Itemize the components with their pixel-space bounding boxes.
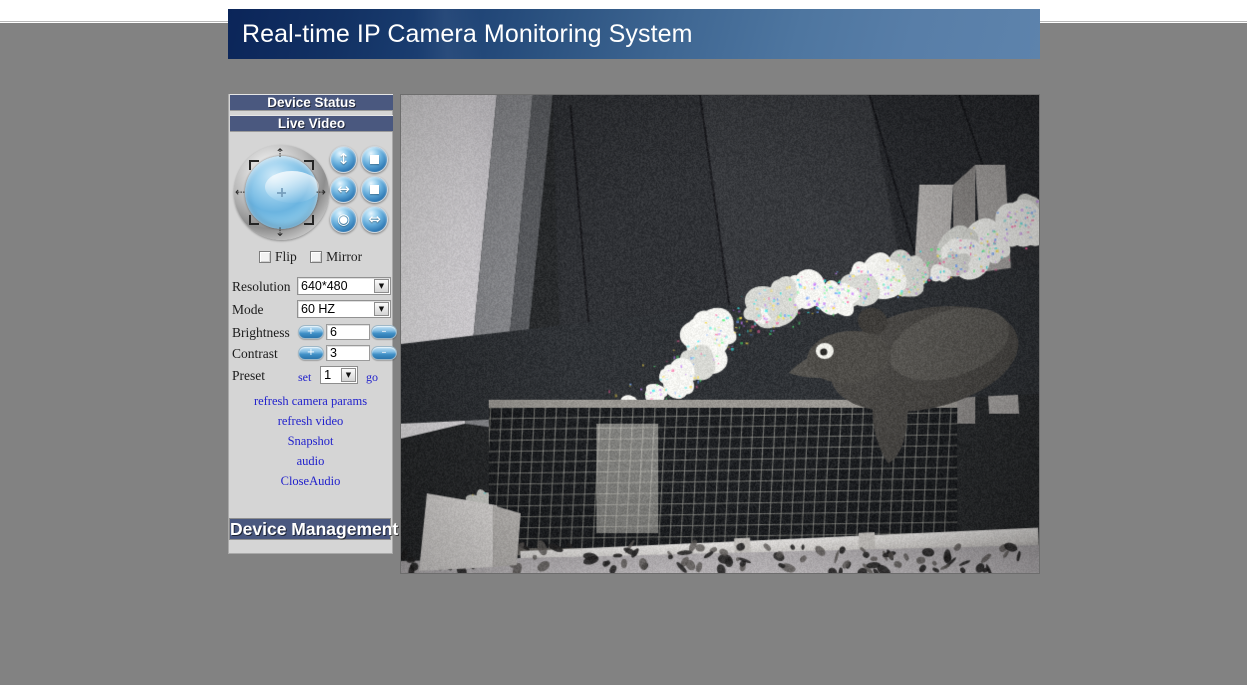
close-audio-link[interactable]: CloseAudio bbox=[229, 471, 392, 491]
refresh-camera-params-link[interactable]: refresh camera params bbox=[229, 391, 392, 411]
eye-icon: ◉ bbox=[336, 210, 351, 228]
snapshot-link[interactable]: Snapshot bbox=[229, 431, 392, 451]
mode-select[interactable]: 60 HZ ▼ bbox=[297, 300, 391, 318]
chevron-down-icon[interactable]: ▼ bbox=[374, 279, 389, 293]
preset-set-link[interactable]: set bbox=[298, 370, 311, 385]
arrow-left-icon[interactable]: ⇠ bbox=[235, 186, 245, 198]
flip-label: Flip bbox=[275, 249, 297, 264]
checkbox-box-icon[interactable] bbox=[259, 251, 271, 263]
resolution-label: Resolution bbox=[232, 279, 291, 294]
flip-checkbox[interactable]: Flip bbox=[259, 249, 297, 265]
minus-icon: – bbox=[381, 326, 387, 337]
contrast-row: Contrast + 3 – bbox=[232, 344, 397, 365]
preset-label: Preset bbox=[232, 368, 265, 383]
mode-value: 60 HZ bbox=[301, 302, 336, 316]
plus-icon: + bbox=[306, 326, 316, 337]
sidebar-item-device-management[interactable]: Device Management bbox=[229, 518, 398, 540]
updown-arrow-icon: ↕ bbox=[337, 150, 350, 168]
contrast-label: Contrast bbox=[232, 346, 278, 361]
mirror-checkbox[interactable]: Mirror bbox=[310, 249, 362, 265]
preset-row: Preset set 1 ▼ go bbox=[232, 366, 392, 387]
sidebar-item-live-video[interactable]: Live Video bbox=[230, 115, 393, 132]
center-home-button[interactable]: ⇔ bbox=[361, 206, 388, 233]
brightness-increase-button[interactable]: + bbox=[298, 325, 324, 339]
checkbox-box-icon[interactable] bbox=[310, 251, 323, 263]
pan-tilt-joystick[interactable]: ⇡ ⇣ ⇠ ⇢ bbox=[234, 145, 329, 240]
brightness-input[interactable]: 6 bbox=[326, 324, 370, 340]
stop-square-icon bbox=[362, 177, 387, 202]
mode-row: Mode 60 HZ ▼ bbox=[232, 300, 392, 321]
brightness-row: Brightness + 6 – bbox=[232, 323, 397, 344]
flip-mirror-row: Flip Mirror bbox=[259, 249, 394, 267]
preset-go-link[interactable]: go bbox=[366, 370, 378, 385]
sidebar-item-device-status[interactable]: Device Status bbox=[230, 94, 393, 111]
ir-led-button[interactable]: ◉ bbox=[330, 206, 357, 233]
action-link-list: refresh camera params refresh video Snap… bbox=[229, 391, 392, 491]
center-arrows-icon: ⇔ bbox=[368, 210, 381, 228]
mirror-label: Mirror bbox=[326, 249, 363, 264]
camera-app-window: Real-time IP Camera Monitoring System De… bbox=[228, 9, 1040, 574]
contrast-input[interactable]: 3 bbox=[326, 345, 370, 361]
mode-label: Mode bbox=[232, 302, 264, 317]
stop-square-icon bbox=[362, 147, 387, 172]
audio-link[interactable]: audio bbox=[229, 451, 392, 471]
page-title: Real-time IP Camera Monitoring System bbox=[242, 20, 693, 48]
contrast-increase-button[interactable]: + bbox=[298, 346, 324, 360]
contrast-decrease-button[interactable]: – bbox=[371, 346, 397, 360]
chevron-down-icon[interactable]: ▼ bbox=[341, 368, 356, 382]
chevron-down-icon[interactable]: ▼ bbox=[374, 302, 389, 316]
stop-vertical-button[interactable] bbox=[361, 146, 388, 173]
leftright-arrow-icon: ↔ bbox=[337, 180, 350, 198]
content-area: Device Status Live Video ⇡ ⇣ ⇠ ⇢ ↕ ↔ ◉ ⇔… bbox=[228, 59, 1040, 574]
preset-select[interactable]: 1 ▼ bbox=[320, 366, 358, 384]
brightness-decrease-button[interactable]: – bbox=[371, 325, 397, 339]
plus-icon: + bbox=[306, 347, 316, 358]
video-frame bbox=[401, 95, 1039, 573]
live-video-stream[interactable] bbox=[400, 94, 1040, 574]
vertical-patrol-button[interactable]: ↕ bbox=[330, 146, 357, 173]
joystick-dome[interactable] bbox=[245, 156, 319, 229]
preset-value: 1 bbox=[324, 367, 332, 382]
resolution-select[interactable]: 640*480 ▼ bbox=[297, 277, 391, 295]
joystick-gloss bbox=[265, 171, 319, 203]
horizontal-patrol-button[interactable]: ↔ bbox=[330, 176, 357, 203]
stop-horizontal-button[interactable] bbox=[361, 176, 388, 203]
minus-icon: – bbox=[381, 347, 387, 358]
refresh-video-link[interactable]: refresh video bbox=[229, 411, 392, 431]
control-sidebar: Device Status Live Video ⇡ ⇣ ⇠ ⇢ ↕ ↔ ◉ ⇔… bbox=[228, 94, 398, 554]
resolution-row: Resolution 640*480 ▼ bbox=[232, 277, 392, 298]
brightness-label: Brightness bbox=[232, 325, 290, 340]
resolution-value: 640*480 bbox=[301, 279, 348, 293]
app-title-bar: Real-time IP Camera Monitoring System bbox=[228, 9, 1040, 59]
